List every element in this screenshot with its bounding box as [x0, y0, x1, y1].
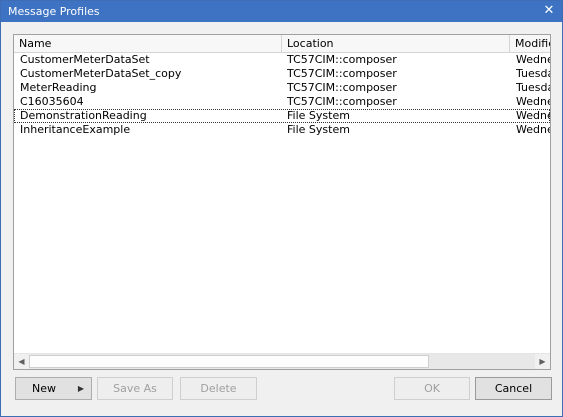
- list-header: Name Location Modified: [14, 35, 550, 53]
- profile-modified-cell: Wednesday: [516, 95, 550, 108]
- list-item[interactable]: C16035604 TC57CIM::composer Wednesday: [14, 95, 550, 109]
- column-header-name[interactable]: Name: [14, 35, 282, 52]
- profiles-list[interactable]: Name Location Modified CustomerMeterData…: [13, 34, 551, 370]
- dialog-title: Message Profiles: [8, 5, 100, 18]
- profile-location-cell: TC57CIM::composer: [287, 53, 397, 66]
- ok-button[interactable]: OK: [394, 377, 470, 400]
- list-item[interactable]: CustomerMeterDataSet_copy TC57CIM::compos…: [14, 67, 550, 81]
- new-button-label: New: [32, 382, 56, 395]
- scroll-right-icon[interactable]: ▶: [535, 354, 550, 369]
- delete-button[interactable]: Delete: [180, 377, 257, 400]
- profile-name-cell: CustomerMeterDataSet_copy: [20, 67, 182, 80]
- cancel-button[interactable]: Cancel: [475, 377, 552, 400]
- profile-modified-cell: Wednesday: [516, 123, 550, 136]
- profile-modified-cell: Wednesday: [516, 109, 550, 122]
- profile-location-cell: TC57CIM::composer: [287, 81, 397, 94]
- profile-name-cell: InheritanceExample: [20, 123, 131, 136]
- dropdown-arrow-icon: ▶: [77, 384, 84, 393]
- close-icon[interactable]: ✕: [540, 2, 558, 20]
- profile-name-cell: CustomerMeterDataSet: [20, 53, 150, 66]
- profile-location-cell: TC57CIM::composer: [287, 95, 397, 108]
- profile-name-cell: DemonstrationReading: [20, 109, 147, 122]
- horizontal-scrollbar[interactable]: ◀ ▶: [14, 353, 550, 369]
- list-item[interactable]: CustomerMeterDataSet TC57CIM::composer Wed…: [14, 53, 550, 67]
- profile-location-cell: TC57CIM::composer: [287, 67, 397, 80]
- list-item[interactable]: DemonstrationReading File System Wednesday: [14, 109, 550, 123]
- scroll-left-icon[interactable]: ◀: [14, 354, 29, 369]
- column-header-location[interactable]: Location: [282, 35, 510, 52]
- profile-name-cell: MeterReading: [20, 81, 97, 94]
- list-item[interactable]: InheritanceExample File System Wednesday: [14, 123, 550, 137]
- title-bar[interactable]: Message Profiles ✕: [1, 1, 562, 22]
- scroll-thumb[interactable]: [29, 355, 429, 368]
- list-rows: CustomerMeterDataSet TC57CIM::composer Wed…: [14, 53, 550, 137]
- new-button[interactable]: New ▶: [15, 377, 92, 400]
- list-item[interactable]: MeterReading TC57CIM::composer Tuesday: [14, 81, 550, 95]
- profile-location-cell: File System: [287, 123, 350, 136]
- message-profiles-dialog: Message Profiles ✕ Name Location Modifie…: [0, 0, 563, 417]
- profile-modified-cell: Wednesday: [516, 53, 550, 66]
- scroll-track[interactable]: [29, 354, 535, 369]
- profile-modified-cell: Tuesday: [516, 67, 550, 80]
- save-as-button[interactable]: Save As: [97, 377, 173, 400]
- column-header-modified[interactable]: Modified: [510, 35, 550, 52]
- profile-modified-cell: Tuesday: [516, 81, 550, 94]
- profile-location-cell: File System: [287, 109, 350, 122]
- profile-name-cell: C16035604: [20, 95, 84, 108]
